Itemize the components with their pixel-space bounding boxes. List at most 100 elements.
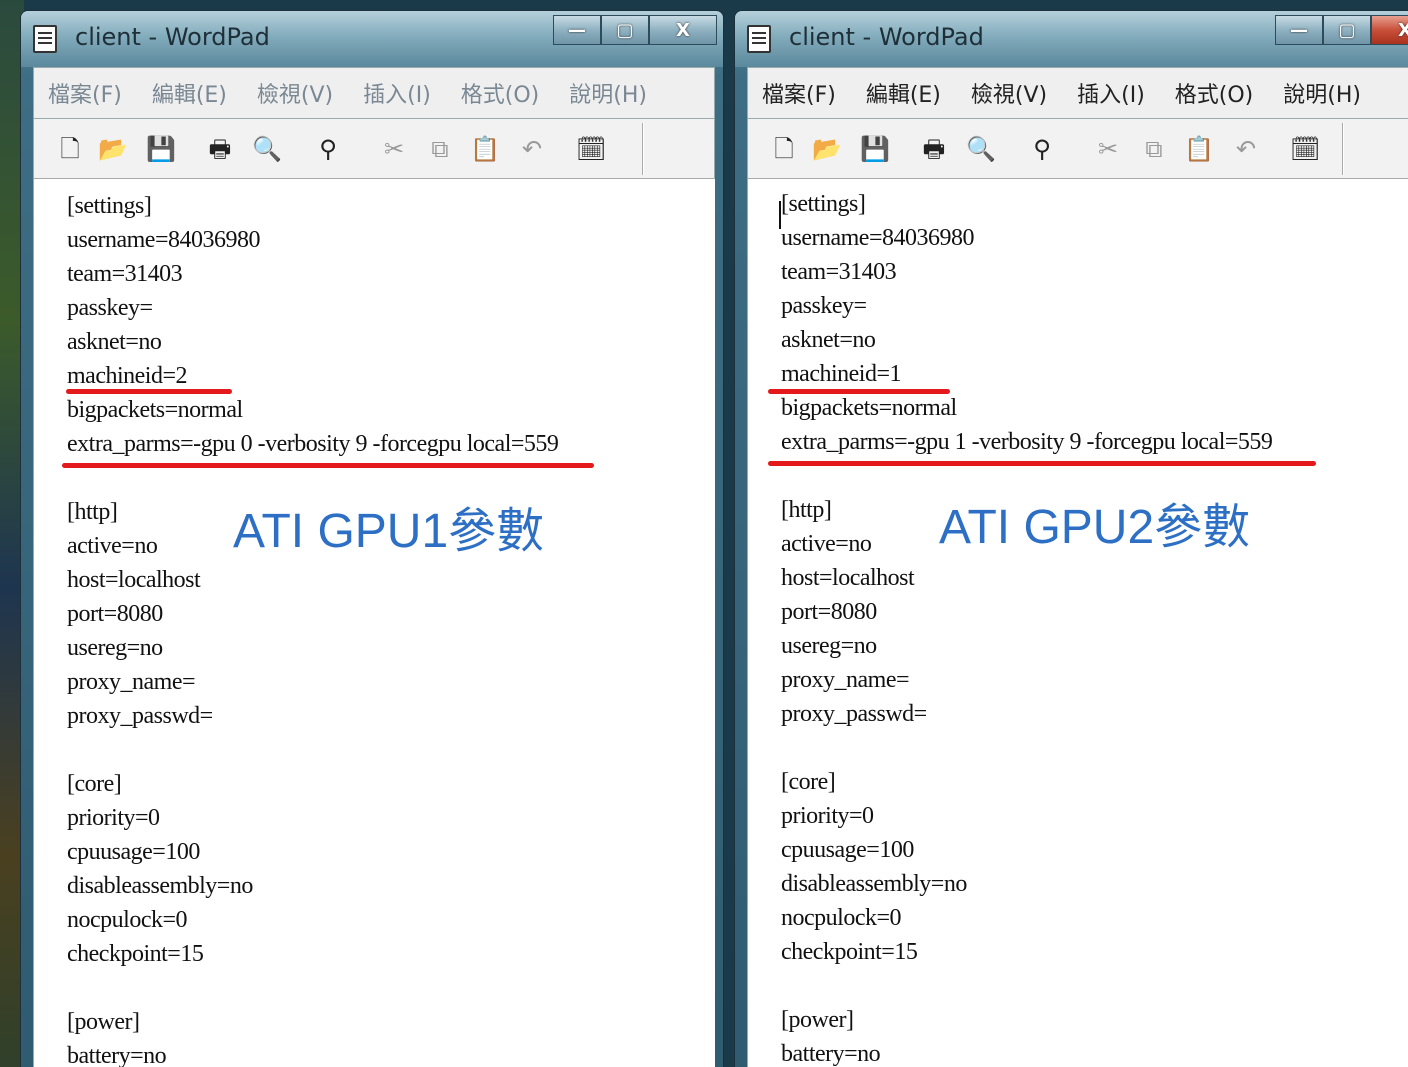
doc-line: asknet=no (67, 329, 162, 355)
date-time-icon[interactable]: 🗓 (576, 135, 606, 163)
doc-line: [core] (67, 771, 122, 797)
gpu-annotation: ATI GPU2參數 (939, 501, 1251, 554)
doc-line: priority=0 (781, 803, 874, 829)
doc-line: battery=no (781, 1041, 881, 1067)
doc-line: [settings] (781, 191, 866, 217)
document-area[interactable]: [settings] username=84036980 team=31403 … (747, 179, 1408, 1067)
doc-line: extra_parms=-gpu 0 -verbosity 9 -forcegp… (67, 431, 559, 457)
menu-format[interactable]: 格式(O) (1175, 77, 1253, 109)
doc-line: asknet=no (781, 327, 876, 353)
menu-file[interactable]: 檔案(F) (762, 77, 836, 109)
title-bar[interactable]: client - WordPad — ▢ X (21, 11, 723, 67)
window-title: client - WordPad (789, 23, 984, 51)
doc-line: proxy_name= (781, 667, 910, 693)
menu-edit[interactable]: 編輯(E) (152, 77, 227, 109)
doc-line: proxy_passwd= (67, 703, 213, 729)
find-icon[interactable]: ⚲ (1028, 135, 1056, 163)
doc-line: host=localhost (67, 567, 201, 593)
find-icon[interactable]: ⚲ (314, 135, 342, 163)
doc-line: team=31403 (67, 261, 183, 287)
wordpad-app-icon[interactable] (33, 25, 57, 53)
copy-icon[interactable]: ⧉ (426, 135, 454, 163)
doc-line: battery=no (67, 1043, 167, 1067)
extra-parms-underline (768, 461, 1316, 466)
doc-line: nocpulock=0 (67, 907, 188, 933)
doc-line: machineid=2 (67, 363, 188, 389)
print-preview-icon[interactable]: 🔍 (252, 135, 282, 163)
doc-line: passkey= (781, 293, 867, 319)
open-icon[interactable]: 📂 (812, 135, 842, 163)
close-button[interactable]: X (1371, 15, 1408, 45)
cut-icon[interactable]: ✂ (380, 135, 408, 163)
doc-line: checkpoint=15 (67, 941, 204, 967)
cut-icon[interactable]: ✂ (1094, 135, 1122, 163)
doc-line: bigpackets=normal (67, 397, 243, 423)
doc-line: [http] (67, 499, 118, 525)
close-button[interactable]: X (649, 15, 717, 45)
new-icon[interactable]: 🗋 (56, 135, 84, 163)
undo-icon[interactable]: ↶ (1232, 135, 1260, 163)
copy-icon[interactable]: ⧉ (1140, 135, 1168, 163)
toolbar-separator (642, 123, 644, 175)
menu-view[interactable]: 檢視(V) (971, 77, 1047, 109)
menu-format[interactable]: 格式(O) (461, 77, 539, 109)
wordpad-window-left[interactable]: client - WordPad — ▢ X 檔案(F) 編輯(E) 檢視(V)… (20, 10, 724, 1067)
doc-line: username=84036980 (781, 225, 975, 251)
doc-line: active=no (67, 533, 158, 559)
doc-line: [power] (67, 1009, 140, 1035)
extra-parms-underline (62, 463, 594, 468)
doc-line: [settings] (67, 193, 152, 219)
menu-insert[interactable]: 插入(I) (363, 77, 431, 109)
machineid-underline (66, 389, 232, 394)
open-icon[interactable]: 📂 (98, 135, 128, 163)
title-bar[interactable]: client - WordPad — ▢ X (735, 11, 1408, 67)
maximize-button[interactable]: ▢ (601, 15, 649, 45)
window-title: client - WordPad (75, 23, 270, 51)
menu-help[interactable]: 說明(H) (1283, 77, 1361, 109)
menu-help[interactable]: 說明(H) (569, 77, 647, 109)
doc-line: passkey= (67, 295, 153, 321)
doc-line: username=84036980 (67, 227, 261, 253)
wordpad-app-icon[interactable] (747, 25, 771, 53)
document-area[interactable]: [settings] username=84036980 team=31403 … (33, 179, 715, 1067)
menu-file[interactable]: 檔案(F) (48, 77, 122, 109)
menu-insert[interactable]: 插入(I) (1077, 77, 1145, 109)
doc-line: active=no (781, 531, 872, 557)
doc-line: [core] (781, 769, 836, 795)
minimize-button[interactable]: — (1275, 15, 1323, 45)
doc-line: port=8080 (781, 599, 877, 625)
menu-edit[interactable]: 編輯(E) (866, 77, 941, 109)
doc-line: host=localhost (781, 565, 915, 591)
doc-line: checkpoint=15 (781, 939, 918, 965)
save-icon[interactable]: 💾 (860, 135, 890, 163)
doc-line: disableassembly=no (781, 871, 967, 897)
minimize-button[interactable]: — (553, 15, 601, 45)
toolbar: 🗋 📂 💾 🖶 🔍 ⚲ ✂ ⧉ 📋 ↶ 🗓 (747, 119, 1408, 179)
doc-line: usereg=no (67, 635, 163, 661)
doc-line: disableassembly=no (67, 873, 253, 899)
maximize-button[interactable]: ▢ (1323, 15, 1371, 45)
print-icon[interactable]: 🖶 (920, 135, 948, 163)
wordpad-window-right[interactable]: client - WordPad — ▢ X 檔案(F) 編輯(E) 檢視(V)… (734, 10, 1408, 1067)
doc-line: machineid=1 (781, 361, 902, 387)
paste-icon[interactable]: 📋 (1184, 135, 1214, 163)
doc-line: team=31403 (781, 259, 897, 285)
date-time-icon[interactable]: 🗓 (1290, 135, 1320, 163)
menu-bar: 檔案(F) 編輯(E) 檢視(V) 插入(I) 格式(O) 說明(H) (33, 67, 715, 119)
doc-line: usereg=no (781, 633, 877, 659)
print-icon[interactable]: 🖶 (206, 135, 234, 163)
menu-bar: 檔案(F) 編輯(E) 檢視(V) 插入(I) 格式(O) 說明(H) (747, 67, 1408, 119)
doc-line: proxy_passwd= (781, 701, 927, 727)
doc-line: priority=0 (67, 805, 160, 831)
undo-icon[interactable]: ↶ (518, 135, 546, 163)
menu-view[interactable]: 檢視(V) (257, 77, 333, 109)
doc-line: [http] (781, 497, 832, 523)
save-icon[interactable]: 💾 (146, 135, 176, 163)
new-icon[interactable]: 🗋 (770, 135, 798, 163)
toolbar-separator (1342, 123, 1344, 175)
toolbar: 🗋 📂 💾 🖶 🔍 ⚲ ✂ ⧉ 📋 ↶ 🗓 (33, 119, 715, 179)
print-preview-icon[interactable]: 🔍 (966, 135, 996, 163)
doc-line: port=8080 (67, 601, 163, 627)
machineid-underline (768, 389, 950, 394)
paste-icon[interactable]: 📋 (470, 135, 500, 163)
